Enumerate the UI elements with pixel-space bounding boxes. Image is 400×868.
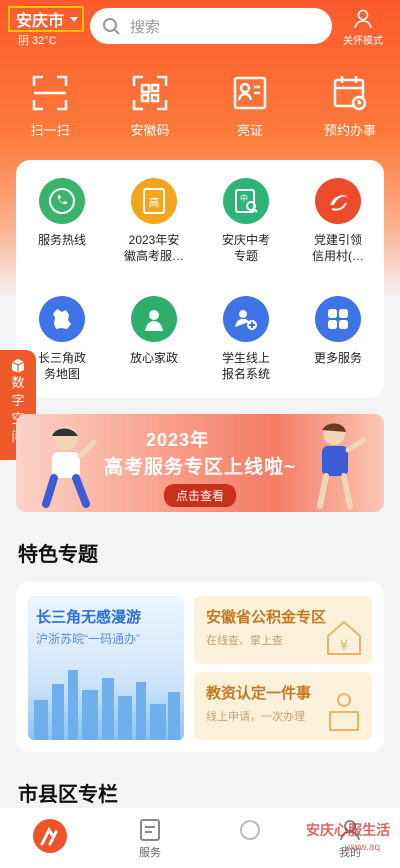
qrcode-icon — [132, 75, 168, 111]
service-party-credit[interactable]: 党建引领 信用村(… — [292, 178, 384, 296]
search-placeholder: 搜索 — [130, 18, 161, 36]
exam-icon: 高 — [131, 178, 177, 224]
tab-service[interactable]: 服务 — [100, 808, 200, 868]
svg-text:中: 中 — [240, 193, 248, 203]
teacher-podium-icon — [329, 693, 359, 731]
service-gaokao[interactable]: 高 2023年安 徽高考服… — [108, 178, 200, 296]
service-student-signup[interactable]: 学生线上 报名系统 — [200, 296, 292, 408]
service-label: 党建引领 信用村(… — [312, 233, 364, 263]
home-logo-icon — [33, 819, 67, 853]
feature-title: 安徽省公积金专区 — [206, 609, 327, 626]
quick-show-id[interactable]: 亮证 — [200, 70, 300, 139]
quick-ahcode-label: 安徽码 — [130, 123, 170, 138]
cube-icon — [11, 359, 25, 373]
calendar-icon — [333, 76, 367, 111]
feature-subtitle: 线上申请，一次办理 — [206, 711, 305, 723]
housekeeping-icon — [131, 296, 177, 342]
care-mode-label: 关怀模式 — [343, 36, 383, 47]
quick-actions: 扫一扫 安徽码 亮证 预约办事 — [0, 70, 400, 139]
banner-illustration-right — [317, 423, 367, 509]
featured-section-title: 特色专题 — [18, 544, 98, 566]
service-icon — [140, 819, 160, 841]
quick-scan-label: 扫一扫 — [30, 123, 70, 138]
phone-icon — [39, 178, 85, 224]
svg-text:高: 高 — [149, 195, 160, 209]
service-zhongkao[interactable]: 中 安庆中考 专题 — [200, 178, 292, 296]
side-tab-char: 数 — [11, 375, 25, 390]
top-bar: 安庆市 阴 32°C 搜索 关怀模式 — [0, 0, 400, 60]
quick-appointment[interactable]: 预约办事 — [300, 70, 400, 139]
map-icon — [39, 296, 85, 342]
care-mode-button[interactable]: 关怀模式 — [340, 8, 386, 47]
city-county-section-title: 市县区专栏 — [18, 784, 118, 806]
quick-appointment-label: 预约办事 — [323, 123, 376, 138]
city-label: 安庆市 — [16, 13, 65, 30]
service-label: 学生线上 报名系统 — [221, 351, 270, 381]
banner-headline: 高考服务专区上线啦~ — [104, 457, 297, 478]
tab-home[interactable] — [0, 808, 100, 868]
service-label: 2023年安 徽高考服… — [123, 233, 184, 263]
feature-housing-fund[interactable]: 安徽省公积金专区 在线查、掌上查 ¥ — [194, 596, 372, 664]
service-label: 放心家政 — [129, 351, 178, 365]
feature-yrd-roaming[interactable]: 长三角无感漫游 沪浙苏皖“一码通办” — [28, 596, 184, 740]
feature-teacher-cert[interactable]: 教资认定一件事 线上申请，一次办理 — [194, 672, 372, 740]
service-hotline[interactable]: 服务热线 — [16, 178, 108, 296]
feature-subtitle: 在线查、掌上查 — [206, 635, 283, 647]
chevron-down-icon — [70, 16, 79, 22]
quick-scan[interactable]: 扫一扫 — [0, 70, 100, 139]
city-selector[interactable]: 安庆市 — [8, 6, 84, 32]
middle-exam-icon: 中 — [223, 178, 269, 224]
service-label: 更多服务 — [313, 351, 362, 365]
quick-ahcode[interactable]: 安徽码 — [100, 70, 200, 139]
service-card: 服务热线 高 2023年安 徽高考服… 中 安庆中考 专题 党建引领 信用村(…… — [16, 160, 384, 398]
scan-icon — [32, 75, 68, 111]
feature-title: 教资认定一件事 — [206, 685, 312, 702]
service-label: 安庆中考 专题 — [221, 233, 270, 263]
banner-illustration-left — [42, 426, 97, 508]
service-label: 服务热线 — [37, 233, 86, 247]
feature-subtitle: 沪浙苏皖“一码通办” — [36, 632, 140, 646]
svg-text:¥: ¥ — [340, 638, 349, 654]
weather-text: 阴 32°C — [18, 35, 57, 47]
watermark-url: www.aq — [344, 842, 380, 853]
banner-year: 2023年 — [146, 430, 210, 450]
yuan-house-icon: ¥ — [327, 620, 361, 655]
city-skyline-illustration — [34, 670, 180, 740]
quick-show-id-label: 亮证 — [236, 123, 263, 138]
party-icon — [315, 178, 361, 224]
featured-card: 长三角无感漫游 沪浙苏皖“一码通办” 安徽省公积金专区 在线查、掌上查 ¥ 教资… — [16, 582, 384, 752]
feature-title: 长三角无感漫游 — [36, 609, 142, 626]
search-icon — [103, 18, 120, 35]
side-tab-char: 字 — [11, 393, 25, 408]
id-card-icon — [233, 76, 267, 110]
tab-service-label: 服务 — [139, 847, 161, 859]
person-icon — [354, 9, 372, 29]
service-more[interactable]: 更多服务 — [292, 296, 384, 408]
search-bar[interactable]: 搜索 — [90, 8, 332, 44]
tab-center[interactable] — [200, 808, 300, 868]
student-icon — [223, 296, 269, 342]
watermark-text: 安庆心服生活 — [306, 822, 390, 838]
center-icon — [240, 820, 260, 840]
more-icon — [315, 296, 361, 342]
banner-view-button[interactable]: 点击查看 — [164, 484, 237, 507]
gaokao-banner[interactable]: 2023年 高考服务专区上线啦~ 点击查看 — [16, 414, 384, 512]
service-housekeeping[interactable]: 放心家政 — [108, 296, 200, 408]
